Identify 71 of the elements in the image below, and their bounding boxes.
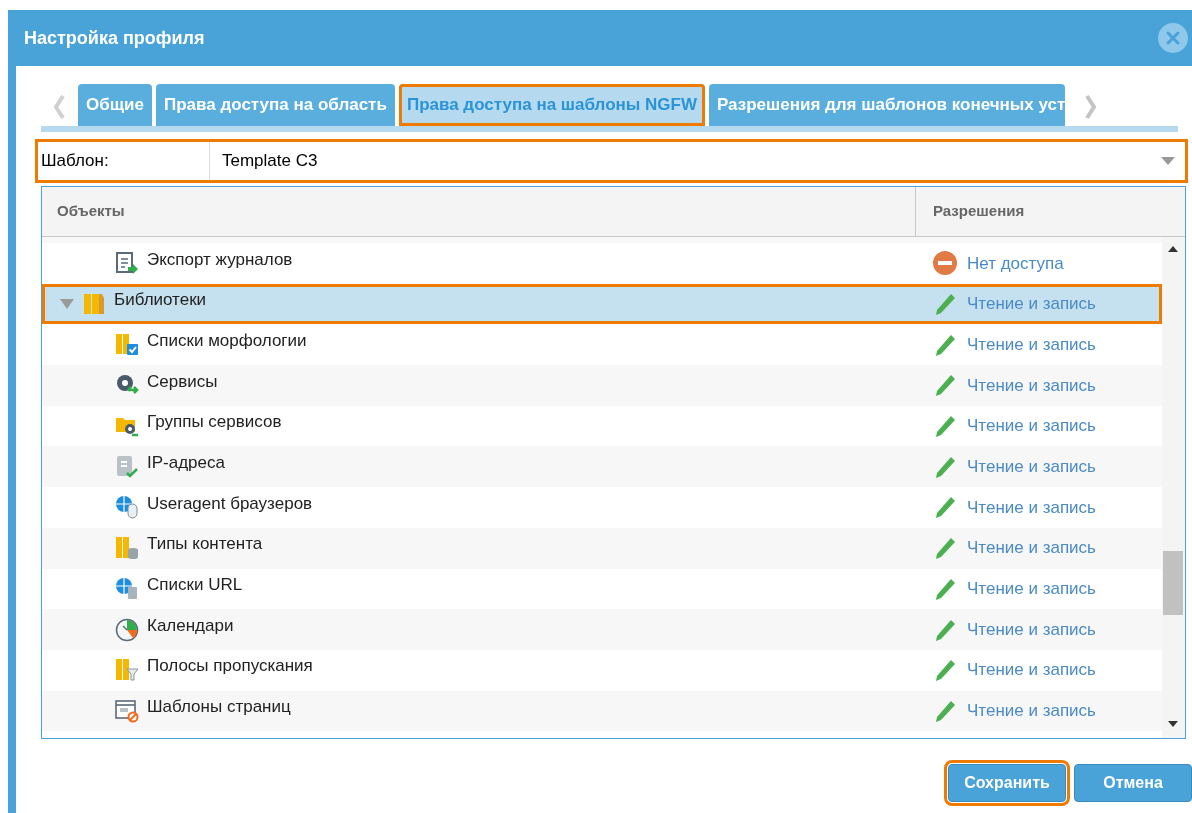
object-name: Useragent браузеров: [147, 492, 313, 515]
object-name: Полосы пропускания: [147, 655, 313, 678]
permission-label[interactable]: Чтение и запись: [967, 494, 1096, 521]
pencil-icon: [933, 536, 957, 561]
tab[interactable]: Права доступа на область: [156, 84, 395, 126]
tab[interactable]: Разрешения для шаблонов конечных уст: [708, 84, 1066, 126]
dropdown-caret-icon[interactable]: [1161, 157, 1175, 165]
permission-label[interactable]: Чтение и запись: [967, 372, 1096, 399]
tree-row[interactable]: Библиотеки Чтение и запись: [42, 283, 1162, 325]
books-filter-icon: [115, 658, 139, 683]
permission-label[interactable]: Чтение и запись: [967, 698, 1096, 724]
books-check-icon: [115, 332, 139, 357]
object-name: IP-адреса: [147, 452, 225, 475]
permission-label[interactable]: Чтение и запись: [967, 535, 1096, 561]
pencil-icon: [933, 617, 957, 642]
tree-row[interactable]: Календари Чтение и запись: [42, 609, 1162, 650]
pencil-icon: [933, 373, 957, 398]
object-name: Календари: [147, 614, 234, 637]
globe-mouse-icon: [115, 495, 139, 520]
object-name: Группы сервисов: [147, 411, 282, 434]
permission-label[interactable]: Чтение и запись: [967, 657, 1096, 683]
scroll-up-icon[interactable]: [1167, 245, 1179, 253]
pencil-icon: [933, 332, 957, 357]
books-database-icon: [115, 536, 139, 561]
pencil-icon: [933, 495, 957, 520]
pencil-icon: [933, 414, 957, 439]
document-export-icon: [115, 251, 139, 276]
object-name: Библиотеки: [114, 289, 207, 312]
collapse-arrow-icon[interactable]: [60, 299, 74, 310]
tree-row[interactable]: Типы контента Чтение и запись: [42, 527, 1162, 569]
scroll-left-icon[interactable]: [52, 94, 66, 120]
pencil-icon: [933, 454, 957, 479]
tree-row[interactable]: IP-адреса Чтение и запись: [42, 446, 1162, 488]
permission-label[interactable]: Нет доступа: [967, 250, 1064, 277]
window-title: Настройка профиля: [24, 26, 205, 50]
browser-blocked-icon: [115, 698, 139, 723]
column-header: Разрешения: [932, 201, 1026, 222]
permission-label[interactable]: Чтение и запись: [967, 413, 1096, 439]
permission-label[interactable]: Чтение и запись: [967, 616, 1096, 643]
permission-label[interactable]: Чтение и запись: [967, 454, 1096, 480]
column-header: Объекты: [42, 187, 916, 236]
close-icon[interactable]: [1158, 23, 1188, 53]
document-check-icon: [115, 454, 139, 479]
books-icon: [82, 292, 106, 317]
object-name: Экспорт журналов: [147, 248, 293, 271]
object-name: Списки морфологии: [147, 329, 307, 352]
scrollbar-thumb[interactable]: [1163, 551, 1183, 615]
field-value: Template C3: [221, 150, 319, 173]
scrollbar[interactable]: [1162, 237, 1185, 738]
object-name: Типы контента: [147, 533, 263, 556]
globe-document-icon: [115, 576, 139, 601]
scroll-right-icon[interactable]: [1084, 94, 1098, 120]
scroll-down-icon[interactable]: [1167, 720, 1179, 728]
pencil-icon: [933, 658, 957, 683]
tree-row[interactable]: Сервисы Чтение и запись: [42, 365, 1162, 406]
object-name: Шаблоны страниц: [147, 696, 291, 719]
permission-label[interactable]: Чтение и запись: [967, 291, 1096, 317]
tab[interactable]: Общие: [78, 84, 152, 126]
clock-icon: [115, 617, 139, 642]
object-name: Списки URL: [147, 574, 243, 597]
pencil-icon: [933, 576, 957, 601]
permission-label[interactable]: Чтение и запись: [967, 331, 1096, 358]
no-entry-icon: [933, 251, 957, 276]
tab[interactable]: Права доступа на шаблоны NGFW: [398, 84, 705, 126]
dialog-button[interactable]: Отмена: [1074, 764, 1192, 802]
field-label: Шаблон:: [38, 142, 210, 180]
object-name: Сервисы: [147, 370, 218, 393]
permission-label[interactable]: Чтение и запись: [967, 576, 1096, 602]
pencil-icon: [933, 698, 957, 723]
tree-row[interactable]: Шаблоны страниц Чтение и запись: [42, 690, 1162, 732]
pencil-icon: [933, 292, 957, 317]
